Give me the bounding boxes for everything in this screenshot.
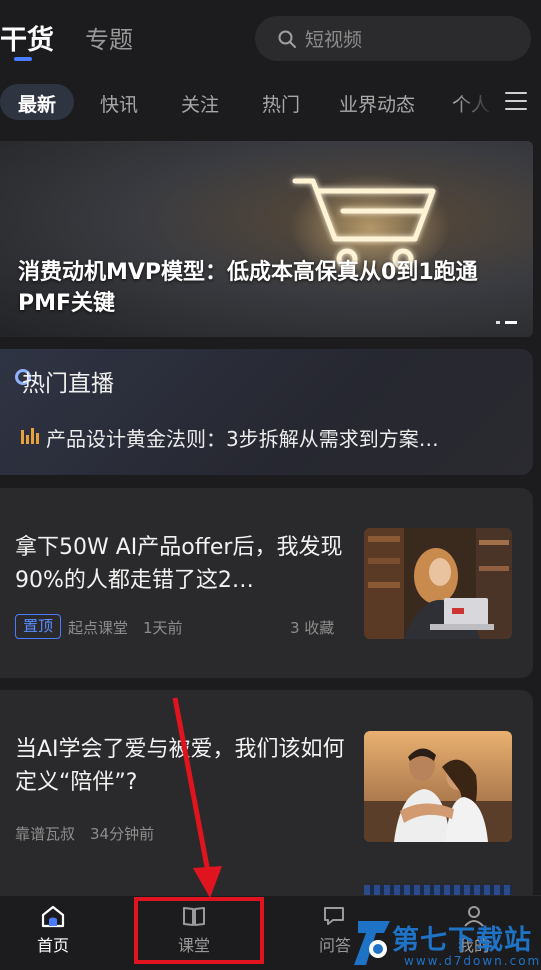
article-time: 34分钟前: [90, 825, 155, 843]
article-favorites: 3 收藏: [290, 619, 335, 637]
home-icon: [41, 905, 65, 928]
banner[interactable]: 消费动机MVP模型：低成本高保真从0到1跑通PMF关键: [0, 141, 533, 337]
article-thumbnail[interactable]: [364, 528, 512, 639]
hot-live-title: 热门直播: [22, 371, 114, 397]
watermark-url: www.d7down.com: [404, 954, 541, 968]
carousel-dot: [496, 321, 500, 324]
chat-icon: [324, 907, 344, 925]
pinned-badge: 置顶: [15, 614, 61, 639]
tab-topics[interactable]: 专题: [85, 20, 133, 55]
watermark-title: 第七下载站: [392, 925, 532, 956]
active-tab-indicator: [14, 57, 32, 61]
search-placeholder: 短视频: [305, 29, 363, 51]
category-follow[interactable]: 关注: [181, 90, 219, 117]
search-icon: [278, 30, 296, 48]
article-thumbnail[interactable]: [364, 731, 512, 842]
annotation-highlight-box: [134, 897, 264, 964]
nav-home[interactable]: 首页: [13, 904, 93, 956]
live-item-title[interactable]: 产品设计黄金法则：3步拆解从需求到方案…: [46, 423, 439, 452]
article-author[interactable]: 起点课堂: [68, 617, 128, 638]
nav-home-label: 首页: [36, 936, 69, 955]
category-industry[interactable]: 业界动态: [339, 90, 415, 117]
article-author[interactable]: 靠谱瓦叔: [15, 823, 75, 844]
article-title[interactable]: 拿下50W AI产品offer后，我发现90%的人都走错了这2…: [15, 531, 345, 597]
article-title[interactable]: 当AI学会了爱与被爱，我们该如何定义“陪伴”?: [15, 733, 345, 799]
article-preview-strip: [364, 885, 512, 895]
category-flash[interactable]: 快讯: [100, 90, 138, 117]
top-bar: 干货 专题 短视频: [0, 0, 541, 75]
category-latest[interactable]: 最新: [0, 84, 75, 120]
menu-icon[interactable]: [505, 92, 527, 112]
live-bars-icon: [21, 428, 39, 444]
search-box[interactable]: 短视频: [255, 16, 531, 61]
category-hot[interactable]: 热门: [262, 90, 300, 117]
carousel-dot-active: [505, 321, 517, 324]
article-time: 1天前: [143, 619, 183, 637]
tab-dry-goods[interactable]: 干货: [0, 18, 54, 57]
banner-title: 消费动机MVP模型：低成本高保真从0到1跑通PMF关键: [18, 260, 478, 316]
category-fade: [455, 84, 495, 122]
category-tabs: 最新 快讯 关注 热门 业界动态 个人: [0, 84, 541, 122]
